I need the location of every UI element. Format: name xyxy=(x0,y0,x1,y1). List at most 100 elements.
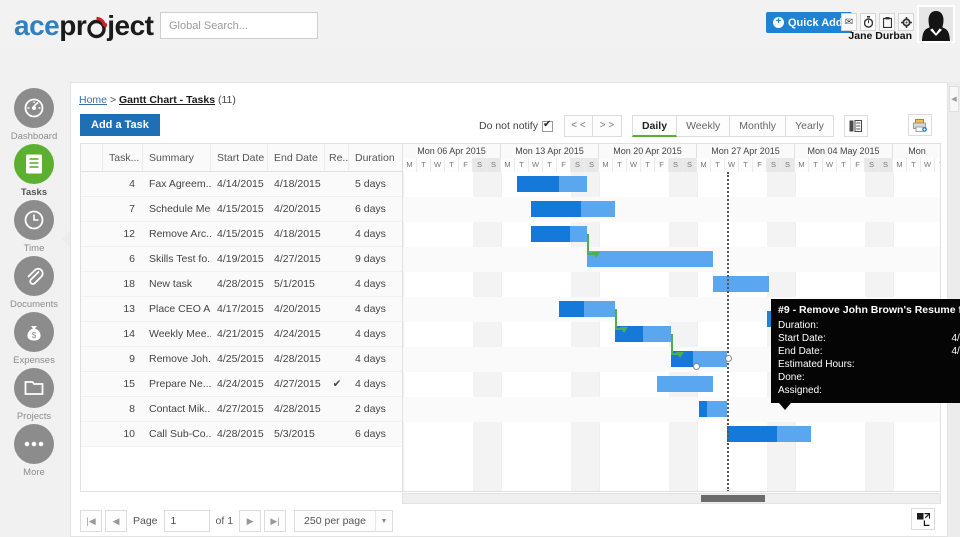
gantt-week-label: Mon 13 Apr 2015 xyxy=(501,144,599,158)
tasks-icon xyxy=(14,144,54,184)
table-row[interactable]: 14Weekly Mee...4/21/20154/24/20154 days xyxy=(81,322,407,347)
prev-page-button[interactable]: ◀ xyxy=(105,510,127,532)
per-page-select[interactable]: 250 per page ▼ xyxy=(294,510,393,532)
gantt-day-cell: T xyxy=(543,158,557,172)
gantt-day-cell: S xyxy=(781,158,795,172)
table-row[interactable]: 7Schedule Me...4/15/20154/20/20156 days xyxy=(81,197,407,222)
column-header-re[interactable]: Re... xyxy=(325,144,349,171)
gantt-bar[interactable] xyxy=(531,226,587,242)
gantt-bar[interactable] xyxy=(699,401,727,417)
sidebar-item-dashboard[interactable]: Dashboard xyxy=(0,88,68,142)
do-not-notify-checkbox[interactable] xyxy=(542,121,553,132)
column-header-end-date[interactable]: End Date xyxy=(268,144,325,171)
gantt-toolbar: Do not notify < < > > Daily Weekly Month… xyxy=(479,114,868,138)
column-header-start-date[interactable]: Start Date xyxy=(211,144,268,171)
chevron-down-icon[interactable]: ▼ xyxy=(375,511,392,531)
tab-weekly[interactable]: Weekly xyxy=(677,115,730,137)
last-page-button[interactable]: ▶| xyxy=(264,510,286,532)
legend-icon[interactable] xyxy=(844,115,868,137)
table-row[interactable]: 13Place CEO A...4/17/20154/20/20154 days xyxy=(81,297,407,322)
table-row[interactable]: 12Remove Arc...4/15/20154/18/20154 days xyxy=(81,222,407,247)
first-page-button[interactable]: |◀ xyxy=(80,510,102,532)
sidebar-item-time[interactable]: Time xyxy=(0,200,68,254)
gantt-bar[interactable] xyxy=(517,176,587,192)
gantt-bar[interactable] xyxy=(559,301,615,317)
gantt-day-cell: M xyxy=(403,158,417,172)
cell-recurring xyxy=(325,322,349,346)
scroll-forward-button[interactable]: > > xyxy=(593,115,622,137)
cell-duration: 4 days xyxy=(349,347,404,371)
page-input[interactable] xyxy=(164,510,210,532)
main-panel: Home > Gantt Chart - Tasks (11) Add a Ta… xyxy=(70,82,948,537)
cell-start-date: 4/28/2015 xyxy=(211,422,268,446)
sidebar-item-documents[interactable]: Documents xyxy=(0,256,68,310)
logo-o-ring xyxy=(86,13,107,39)
gantt-bar[interactable] xyxy=(657,376,713,392)
gantt-bar[interactable] xyxy=(713,276,769,292)
gear-icon[interactable] xyxy=(898,13,914,31)
mail-icon[interactable]: ✉ xyxy=(841,13,857,31)
next-page-button[interactable]: ▶ xyxy=(239,510,261,532)
column-header-select[interactable] xyxy=(81,144,103,171)
timer-icon[interactable] xyxy=(860,13,876,31)
search-input[interactable] xyxy=(160,12,318,39)
gantt-bar-resize-handle[interactable] xyxy=(725,355,732,362)
row-select-cell xyxy=(81,247,103,271)
right-panel-toggle[interactable]: ◀ xyxy=(949,86,959,112)
paperclip-icon xyxy=(14,256,54,296)
tooltip-pointer xyxy=(779,403,791,410)
tooltip-row: Start Date:4/25/2015 xyxy=(778,332,960,345)
breadcrumb-home-link[interactable]: Home xyxy=(79,94,107,106)
add-task-button[interactable]: Add a Task xyxy=(80,114,160,136)
scroll-back-button[interactable]: < < xyxy=(564,115,593,137)
grid-collapse-handle[interactable] xyxy=(80,204,81,224)
tab-monthly[interactable]: Monthly xyxy=(730,115,786,137)
gantt-bar[interactable] xyxy=(587,251,713,267)
gantt-day-cell: T xyxy=(417,158,431,172)
table-row[interactable]: 4Fax Agreem...4/14/20154/18/20155 days xyxy=(81,172,407,197)
tab-daily[interactable]: Daily xyxy=(632,115,677,137)
table-row[interactable]: 18New task4/28/20155/1/20154 days xyxy=(81,272,407,297)
table-row[interactable]: 15Prepare Ne...4/24/20154/27/2015✔4 days xyxy=(81,372,407,397)
sidebar-item-more[interactable]: More xyxy=(0,424,68,478)
gantt-day-cell: W xyxy=(921,158,935,172)
gantt-day-cell: S xyxy=(487,158,501,172)
cell-recurring xyxy=(325,347,349,371)
scrollbar-thumb[interactable] xyxy=(701,495,765,502)
cell-end-date: 4/18/2015 xyxy=(268,222,325,246)
cell-start-date: 4/14/2015 xyxy=(211,172,268,196)
gantt-horizontal-scrollbar[interactable] xyxy=(402,493,941,504)
table-row[interactable]: 10Call Sub-Co...4/28/20155/3/20156 days xyxy=(81,422,407,447)
gantt-day-cell: T xyxy=(711,158,725,172)
sidebar-item-expenses[interactable]: $ Expenses xyxy=(0,312,68,366)
svg-text:$: $ xyxy=(32,331,37,340)
cell-recurring xyxy=(325,272,349,296)
expand-icon[interactable] xyxy=(911,508,935,530)
table-row[interactable]: 8Contact Mik...4/27/20154/28/20152 days xyxy=(81,397,407,422)
sidebar-item-tasks[interactable]: Tasks xyxy=(0,144,68,198)
sidebar-item-projects[interactable]: Projects xyxy=(0,368,68,422)
gantt-bar-progress-handle[interactable] xyxy=(693,363,700,370)
avatar[interactable] xyxy=(917,5,955,43)
clipboard-icon[interactable] xyxy=(879,13,895,31)
gantt-day-cell: M xyxy=(501,158,515,172)
cell-summary: Remove Arc... xyxy=(143,222,211,246)
cell-end-date: 4/28/2015 xyxy=(268,397,325,421)
print-icon[interactable] xyxy=(908,114,932,136)
sidebar-item-label: Tasks xyxy=(0,187,68,198)
tab-yearly[interactable]: Yearly xyxy=(786,115,834,137)
table-row[interactable]: 6Skills Test fo...4/19/20154/27/20159 da… xyxy=(81,247,407,272)
gantt-bar[interactable] xyxy=(727,426,811,442)
gantt-day-cell: S xyxy=(571,158,585,172)
cell-duration: 9 days xyxy=(349,247,404,271)
gantt-day-cell: W xyxy=(529,158,543,172)
quick-add-button[interactable]: + Quick Add xyxy=(766,12,852,33)
tooltip-row: Estimated Hours:1.00 xyxy=(778,358,960,371)
sidebar-item-label: Documents xyxy=(0,299,68,310)
column-header-duration[interactable]: Duration xyxy=(349,144,404,171)
gantt-bar[interactable] xyxy=(531,201,615,217)
table-row[interactable]: 9Remove Joh...4/25/20154/28/20154 days xyxy=(81,347,407,372)
column-header-summary[interactable]: Summary xyxy=(143,144,211,171)
gantt-row xyxy=(403,272,940,297)
column-header-task[interactable]: Task... xyxy=(103,144,143,171)
